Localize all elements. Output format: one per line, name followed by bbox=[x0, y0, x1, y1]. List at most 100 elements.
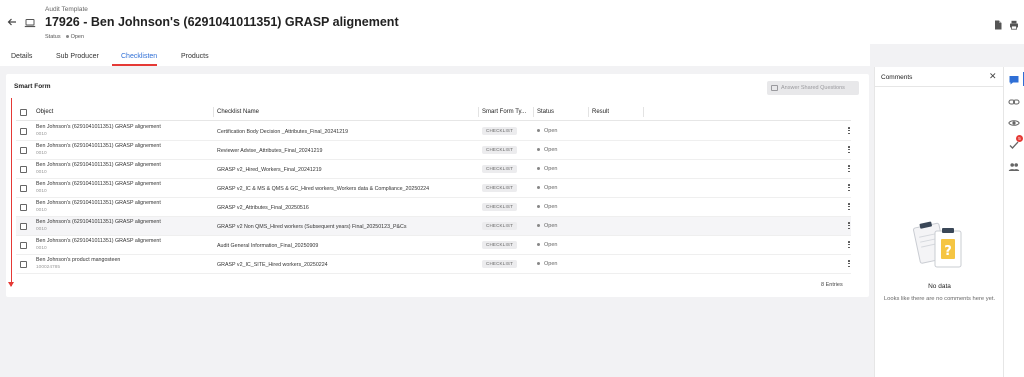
object-code: 0010 bbox=[36, 246, 47, 251]
more-options-icon[interactable] bbox=[847, 260, 851, 269]
column-divider[interactable] bbox=[478, 107, 479, 117]
checklist-name-cell[interactable]: GRASP v2_Hired_Workers_Final_20241219 bbox=[217, 167, 322, 173]
row-checkbox[interactable] bbox=[20, 166, 27, 173]
column-header-checklist-name[interactable]: Checklist Name bbox=[217, 109, 259, 115]
eye-icon[interactable] bbox=[1008, 116, 1020, 128]
status-cell: Open bbox=[537, 204, 557, 210]
object-cell: Ben Johnson's (6291041011351) GRASP alig… bbox=[36, 162, 161, 175]
more-options-icon[interactable] bbox=[847, 146, 851, 155]
type-badge: CHECKLIST bbox=[482, 203, 518, 211]
type-badge: CHECKLIST bbox=[482, 184, 518, 192]
status-dot-icon bbox=[537, 129, 540, 133]
status-text: Open bbox=[544, 128, 558, 134]
status-dot-icon bbox=[537, 243, 540, 247]
close-icon[interactable]: ✕ bbox=[989, 72, 997, 81]
more-options-icon[interactable] bbox=[847, 184, 851, 193]
empty-clipboard-illustration: ? bbox=[909, 215, 969, 275]
column-header-result[interactable]: Result bbox=[592, 109, 609, 115]
page-title: 17926 - Ben Johnson's (6291041011351) GR… bbox=[45, 15, 399, 29]
row-checkbox[interactable] bbox=[20, 128, 27, 135]
column-header-smart-form-type[interactable]: Smart Form Ty... bbox=[482, 109, 526, 115]
users-icon[interactable] bbox=[1008, 160, 1020, 172]
table-row[interactable]: Ben Johnson's (6291041011351) GRASP alig… bbox=[16, 198, 851, 217]
answer-button-label: Answer Shared Questions bbox=[781, 85, 845, 91]
status-cell: Open bbox=[537, 166, 557, 172]
more-options-icon[interactable] bbox=[847, 241, 851, 250]
page-subtitle: Audit Template bbox=[45, 6, 88, 13]
column-divider[interactable] bbox=[588, 107, 589, 117]
status-text: Open bbox=[544, 147, 558, 153]
column-header-status[interactable]: Status bbox=[537, 109, 554, 115]
column-divider[interactable] bbox=[533, 107, 534, 117]
table-row[interactable]: Ben Johnson's (6291041011351) GRASP alig… bbox=[16, 122, 851, 141]
status-dot-icon bbox=[537, 205, 540, 209]
checklist-name-cell[interactable]: GRASP v2_Attributes_Final_20250516 bbox=[217, 205, 309, 211]
tab-details[interactable]: Details bbox=[11, 53, 32, 60]
laptop-icon bbox=[24, 16, 36, 28]
object-cell: Ben Johnson's (6291041011351) GRASP alig… bbox=[36, 238, 161, 251]
comments-panel: Comments ✕ ? No data Looks like there ar… bbox=[874, 67, 1004, 377]
status-text: Open bbox=[544, 204, 558, 210]
tab-bar: Details Sub Producer Checklisten Product… bbox=[0, 44, 870, 66]
table-row[interactable]: Ben Johnson's (6291041011351) GRASP alig… bbox=[16, 217, 851, 236]
status-text: Open bbox=[544, 242, 558, 248]
object-code: 0010 bbox=[36, 151, 47, 156]
type-badge: CHECKLIST bbox=[482, 127, 518, 135]
checklist-name-cell[interactable]: Reviewer Advise_Attributes_Final_2024121… bbox=[217, 148, 322, 154]
object-name: Ben Johnson's (6291041011351) GRASP alig… bbox=[36, 124, 161, 130]
tasks-icon[interactable]: 5 bbox=[1008, 135, 1023, 150]
more-options-icon[interactable] bbox=[847, 165, 851, 174]
status-dot-icon bbox=[537, 186, 540, 190]
row-checkbox[interactable] bbox=[20, 147, 27, 154]
tab-sub-producer[interactable]: Sub Producer bbox=[56, 53, 99, 60]
type-badge: CHECKLIST bbox=[482, 260, 518, 268]
type-badge: CHECKLIST bbox=[482, 146, 518, 154]
comments-icon[interactable] bbox=[1008, 73, 1020, 85]
object-cell: Ben Johnson's (6291041011351) GRASP alig… bbox=[36, 200, 161, 213]
status-dot-icon bbox=[537, 262, 540, 266]
column-divider[interactable] bbox=[213, 107, 214, 117]
select-all-checkbox[interactable] bbox=[20, 109, 27, 116]
table-row[interactable]: Ben Johnson's (6291041011351) GRASP alig… bbox=[16, 160, 851, 179]
table-row[interactable]: Ben Johnson's (6291041011351) GRASP alig… bbox=[16, 236, 851, 255]
print-icon[interactable] bbox=[1009, 17, 1019, 30]
answer-shared-questions-button[interactable]: Answer Shared Questions bbox=[767, 81, 859, 95]
object-cell: Ben Johnson's (6291041011351) GRASP alig… bbox=[36, 143, 161, 156]
row-checkbox[interactable] bbox=[20, 261, 27, 268]
checklist-name-cell[interactable]: GRASP v2_IC_SITE_Hired workers_20250224 bbox=[217, 262, 328, 268]
status-text: Open bbox=[544, 185, 558, 191]
link-icon[interactable] bbox=[1008, 95, 1020, 107]
document-icon[interactable] bbox=[993, 17, 1003, 30]
status-text: Open bbox=[544, 261, 558, 267]
checklist-name-cell[interactable]: Audit General Information_Final_20250909 bbox=[217, 243, 318, 249]
smart-form-card: Smart Form Answer Shared Questions Objec… bbox=[6, 74, 869, 297]
more-options-icon[interactable] bbox=[847, 222, 851, 231]
object-code: 0010 bbox=[36, 227, 47, 232]
row-checkbox[interactable] bbox=[20, 242, 27, 249]
table-row[interactable]: Ben Johnson's (6291041011351) GRASP alig… bbox=[16, 179, 851, 198]
table-row[interactable]: Ben Johnson's (6291041011351) GRASP alig… bbox=[16, 141, 851, 160]
checklist-name-cell[interactable]: GRASP v2 Non QMS_Hired workers (Subseque… bbox=[217, 224, 407, 230]
status-dot-icon bbox=[537, 167, 540, 171]
checklist-name-cell[interactable]: GRASP v2_IC & MS & QMS & GC_Hired worker… bbox=[217, 186, 429, 192]
row-checkbox[interactable] bbox=[20, 185, 27, 192]
active-tab-indicator bbox=[112, 64, 157, 66]
object-code: 0010 bbox=[36, 170, 47, 175]
tab-products[interactable]: Products bbox=[181, 53, 209, 60]
object-name: Ben Johnson's (6291041011351) GRASP alig… bbox=[36, 143, 161, 149]
back-arrow-icon[interactable] bbox=[6, 17, 18, 29]
column-divider[interactable] bbox=[643, 107, 644, 117]
object-name: Ben Johnson's (6291041011351) GRASP alig… bbox=[36, 219, 161, 225]
more-options-icon[interactable] bbox=[847, 127, 851, 136]
scroll-indicator-line bbox=[11, 98, 12, 286]
table-row[interactable]: Ben Johnson's product mangosteen 10002478… bbox=[16, 255, 851, 274]
row-checkbox[interactable] bbox=[20, 204, 27, 211]
tab-checklisten[interactable]: Checklisten bbox=[121, 53, 157, 60]
column-header-object[interactable]: Object bbox=[36, 109, 53, 115]
object-code: 0010 bbox=[36, 132, 47, 137]
status-dot-icon bbox=[537, 148, 540, 152]
row-checkbox[interactable] bbox=[20, 223, 27, 230]
checklist-name-cell[interactable]: Certification Body Decision _Attributes_… bbox=[217, 129, 348, 135]
more-options-icon[interactable] bbox=[847, 203, 851, 212]
object-code: 0010 bbox=[36, 189, 47, 194]
